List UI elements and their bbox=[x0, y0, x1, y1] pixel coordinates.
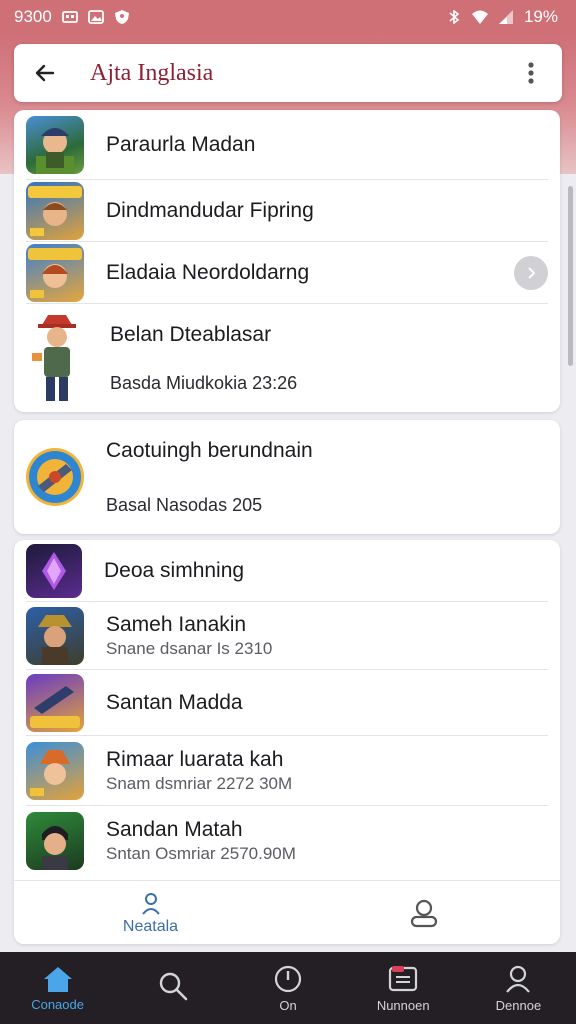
character-icon bbox=[28, 247, 82, 298]
nav-label: On bbox=[279, 997, 297, 1013]
app-thumbnail bbox=[26, 243, 84, 302]
app-thumbnail bbox=[26, 812, 84, 870]
nav-label: Dennoe bbox=[495, 997, 542, 1013]
character-icon bbox=[32, 315, 76, 401]
inbox-icon bbox=[389, 965, 418, 991]
more-options-button[interactable] bbox=[516, 58, 546, 88]
status-bar: 9300 19% bbox=[0, 0, 576, 34]
app-thumbnail bbox=[26, 741, 84, 800]
chevron-right-button[interactable] bbox=[514, 255, 548, 290]
character-icon bbox=[30, 749, 70, 796]
item-subtitle: Snam dsmriar 2272 30M bbox=[106, 773, 293, 793]
back-button[interactable] bbox=[30, 58, 60, 88]
list-item[interactable]: Eladaia Neordoldarng bbox=[26, 242, 548, 304]
list-item[interactable]: Dindmandudar Fipring bbox=[26, 180, 548, 242]
list-item[interactable]: Deoa simhning bbox=[26, 540, 548, 602]
item-title: Dindmandudar Fipring bbox=[106, 198, 314, 222]
search-icon bbox=[159, 972, 188, 1001]
more-vert-icon bbox=[528, 62, 534, 84]
item-title: Deoa simhning bbox=[104, 558, 245, 582]
character-icon bbox=[36, 127, 74, 174]
nav-account[interactable]: Dennoe bbox=[461, 952, 576, 1024]
back-arrow-icon bbox=[35, 64, 55, 82]
scrollbar[interactable] bbox=[568, 186, 573, 366]
item-subtitle: Basda Miudkokia 23:26 bbox=[110, 372, 298, 393]
account-icon bbox=[506, 965, 531, 993]
app-thumbnail bbox=[26, 181, 84, 240]
list-item[interactable]: Sameh Ianakin Snane dsanar Is 2310 bbox=[26, 602, 548, 670]
app-bar: Ajta Inglasia bbox=[14, 44, 562, 102]
app-thumbnail bbox=[26, 673, 84, 732]
nav-inbox[interactable]: Nunnoen bbox=[346, 952, 461, 1024]
item-title: Eladaia Neordoldarng bbox=[106, 260, 310, 284]
character-icon bbox=[38, 614, 72, 665]
item-title: Santan Madda bbox=[106, 690, 243, 714]
nav-label: Nunnoen bbox=[376, 997, 430, 1013]
item-subtitle: Sntan Osmriar 2570.90M bbox=[106, 844, 296, 863]
shield-icon bbox=[114, 10, 129, 24]
app-thumbnail bbox=[26, 448, 84, 506]
character-icon bbox=[42, 826, 68, 870]
person-pin-icon bbox=[141, 892, 160, 915]
app-thumbnail bbox=[26, 543, 82, 598]
game-weapon-icon bbox=[30, 685, 80, 728]
status-time: 9300 bbox=[14, 7, 52, 26]
profile-icon bbox=[410, 899, 437, 927]
item-title: Caotuingh berundnain bbox=[106, 438, 313, 462]
item-subtitle: Basal Nasodas 205 bbox=[106, 494, 263, 515]
list-item[interactable]: Caotuingh berundnain Basal Nasodas 205 bbox=[26, 420, 548, 534]
character-icon bbox=[28, 185, 82, 236]
nav-label: Conaode bbox=[31, 996, 84, 1012]
list-item[interactable]: Santan Madda bbox=[26, 670, 548, 736]
page-title: Ajta Inglasia bbox=[90, 59, 214, 86]
list-item[interactable]: Sandan Matah Sntan Osmriar 2570.90M bbox=[26, 806, 548, 876]
photo-icon bbox=[87, 10, 104, 24]
bottom-navigation: Conaode On Nunnoen Dennoe bbox=[0, 952, 576, 1024]
bluetooth-icon bbox=[449, 10, 460, 24]
list-card-1: Paraurla Madan Dindmandudar Fipring Elad… bbox=[14, 110, 560, 412]
nav-clock[interactable]: On bbox=[230, 952, 345, 1024]
battery-level: 19% bbox=[523, 7, 558, 26]
clock-icon bbox=[274, 965, 302, 992]
game-emblem-icon bbox=[29, 451, 81, 503]
crystal-icon bbox=[42, 551, 66, 590]
home-icon bbox=[43, 966, 72, 992]
tab-neatala[interactable]: Neatala bbox=[14, 881, 287, 944]
app-thumbnail bbox=[26, 115, 84, 174]
chevron-right-icon bbox=[528, 266, 536, 279]
nav-search[interactable] bbox=[115, 952, 230, 1024]
item-title: Belan Dteablasar bbox=[110, 322, 272, 346]
app-thumbnail bbox=[26, 309, 88, 407]
list-item[interactable]: Belan Dteablasar Basda Miudkokia 23:26 bbox=[26, 304, 548, 412]
app-thumbnail bbox=[26, 606, 84, 665]
list-item[interactable]: Paraurla Madan bbox=[26, 110, 548, 180]
inner-tab-bar: Neatala bbox=[14, 880, 560, 944]
tab-profile[interactable] bbox=[287, 881, 560, 944]
wifi-icon bbox=[471, 10, 488, 24]
mail-icon bbox=[61, 11, 78, 23]
list-card-2: Caotuingh berundnain Basal Nasodas 205 bbox=[14, 420, 560, 534]
signal-icon bbox=[498, 10, 513, 24]
item-title: Sandan Matah bbox=[106, 818, 243, 841]
nav-home[interactable]: Conaode bbox=[0, 952, 115, 1024]
tab-label: Neatala bbox=[122, 917, 179, 935]
item-subtitle: Snane dsanar Is 2310 bbox=[106, 638, 273, 658]
item-title: Rimaar luarata kah bbox=[106, 747, 284, 771]
item-title: Sameh Ianakin bbox=[106, 612, 247, 636]
list-item[interactable]: Rimaar luarata kah Snam dsmriar 2272 30M bbox=[26, 736, 548, 806]
item-title: Paraurla Madan bbox=[106, 132, 256, 156]
